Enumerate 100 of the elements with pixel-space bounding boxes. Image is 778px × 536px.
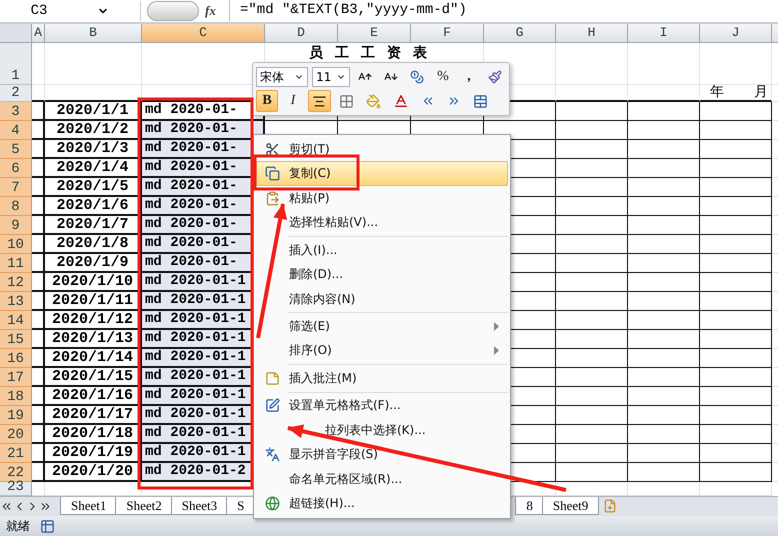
- table-cell: [32, 178, 45, 197]
- table-cell: md 2020-01-: [142, 120, 265, 140]
- formula-bar-handle[interactable]: [147, 0, 199, 21]
- table-cell: [628, 386, 700, 406]
- row-header[interactable]: 1: [0, 42, 32, 85]
- sheet-tab[interactable]: 8: [515, 497, 544, 516]
- table-cell: [556, 216, 628, 235]
- formula-field[interactable]: ="md "&TEXT(B3,"yyyy-mm-d"): [229, 0, 778, 22]
- table-cell: [700, 178, 772, 197]
- sheet-tab[interactable]: S: [226, 497, 256, 516]
- page-layout-icon[interactable]: [40, 518, 55, 534]
- table-cell: [32, 330, 45, 349]
- row-header[interactable]: 5: [0, 140, 32, 159]
- table-cell: [628, 462, 700, 482]
- column-header[interactable]: D: [265, 24, 338, 43]
- table-cell: [628, 424, 700, 444]
- row-header[interactable]: 14: [0, 310, 32, 330]
- column-header[interactable]: J: [700, 24, 772, 43]
- table-cell: [556, 406, 628, 425]
- row-header[interactable]: 12: [0, 272, 32, 292]
- column-header[interactable]: I: [628, 24, 700, 43]
- table-cell: 2020/1/7: [45, 216, 142, 235]
- table-cell: [556, 234, 628, 254]
- table-cell: [556, 120, 628, 140]
- row-header[interactable]: 19: [0, 406, 32, 425]
- row-header[interactable]: 6: [0, 158, 32, 178]
- table-cell: [556, 348, 628, 368]
- table-cell: [32, 102, 45, 121]
- column-header[interactable]: F: [411, 24, 484, 43]
- table-cell: [700, 196, 772, 216]
- table-cell: [700, 254, 772, 273]
- row-header[interactable]: 10: [0, 234, 32, 254]
- table-cell: [32, 368, 45, 387]
- menu-item[interactable]: 超链接(H)...: [256, 492, 508, 516]
- sheet-tab[interactable]: Sheet9: [542, 497, 600, 516]
- table-cell: [556, 272, 628, 292]
- row-header[interactable]: 18: [0, 386, 32, 406]
- table-cell: [700, 234, 772, 254]
- row-header[interactable]: 2: [0, 84, 32, 102]
- column-header[interactable]: C: [142, 24, 265, 43]
- submenu-arrow-icon: [494, 346, 499, 356]
- bold-button[interactable]: B: [256, 90, 278, 112]
- table-cell: 2020/1/19: [45, 444, 142, 463]
- table-cell: [32, 42, 45, 85]
- table-cell: [628, 234, 700, 254]
- globe-icon: [264, 496, 280, 512]
- sheet-tab[interactable]: Sheet1: [60, 497, 118, 516]
- sheet-tab[interactable]: Sheet2: [115, 497, 173, 516]
- table-cell: [32, 406, 45, 425]
- table-cell: [700, 120, 772, 140]
- table-cell: [628, 330, 700, 349]
- table-cell: 2020/1/13: [45, 330, 142, 349]
- percent-button[interactable]: %: [432, 66, 454, 88]
- table-cell: [700, 386, 772, 406]
- font-size-field[interactable]: 11: [312, 67, 350, 87]
- row-header[interactable]: 13: [0, 292, 32, 311]
- column-header[interactable]: H: [556, 24, 628, 43]
- row-header[interactable]: 23: [0, 482, 32, 496]
- table-cell: [32, 292, 45, 311]
- note-icon: [264, 370, 280, 386]
- table-cell: [556, 42, 628, 85]
- table-cell: [32, 348, 45, 368]
- row-header[interactable]: 16: [0, 348, 32, 368]
- row-header[interactable]: 7: [0, 178, 32, 197]
- font-field[interactable]: 宋体: [256, 67, 308, 87]
- italic-button[interactable]: I: [282, 90, 304, 112]
- row-header[interactable]: 21: [0, 444, 32, 463]
- table-cell: [32, 386, 45, 406]
- column-header[interactable]: E: [338, 24, 411, 43]
- row-header[interactable]: 3: [0, 102, 32, 121]
- table-cell: 2020/1/9: [45, 254, 142, 273]
- table-cell: [556, 386, 628, 406]
- name-box[interactable]: C3: [0, 0, 141, 21]
- menu-item[interactable]: 复制(C): [256, 161, 508, 186]
- comma-button[interactable]: ,: [458, 66, 480, 88]
- column-header[interactable]: A: [32, 24, 45, 43]
- row-header[interactable]: 22: [0, 462, 32, 482]
- row-header[interactable]: 15: [0, 330, 32, 349]
- table-cell: [32, 158, 45, 178]
- column-header[interactable]: B: [45, 24, 142, 43]
- table-cell: [628, 348, 700, 368]
- table-cell: 2020/1/20: [45, 462, 142, 482]
- row-header[interactable]: 8: [0, 196, 32, 216]
- row-header[interactable]: 20: [0, 424, 32, 444]
- table-cell: 2020/1/12: [45, 310, 142, 330]
- sheet-tab[interactable]: Sheet3: [170, 497, 228, 516]
- table-cell: [32, 120, 45, 140]
- function-button[interactable]: fx: [205, 2, 229, 19]
- row-header[interactable]: 4: [0, 120, 32, 140]
- table-cell: [556, 102, 628, 121]
- column-header[interactable]: G: [484, 24, 556, 43]
- table-cell: [32, 272, 45, 292]
- table-cell: 2020/1/8: [45, 234, 142, 254]
- row-header[interactable]: 17: [0, 368, 32, 387]
- row-header[interactable]: 9: [0, 216, 32, 235]
- phonetic-icon: [264, 447, 280, 462]
- table-cell: [700, 424, 772, 444]
- table-cell: [556, 310, 628, 330]
- center-align-icon[interactable]: [308, 90, 331, 112]
- row-header[interactable]: 11: [0, 254, 32, 273]
